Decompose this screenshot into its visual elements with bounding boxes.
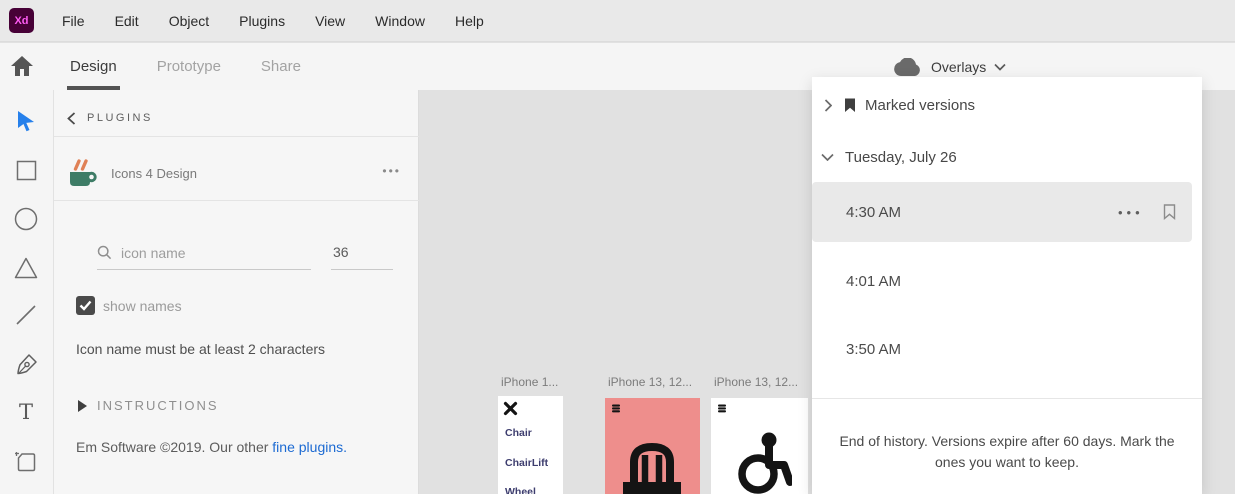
x-mark-icon <box>503 401 518 416</box>
artboard-label-1[interactable]: iPhone 1... <box>501 375 558 389</box>
menu-edit[interactable]: Edit <box>115 13 139 29</box>
date-group-toggle[interactable]: Tuesday, July 26 <box>812 143 957 171</box>
validation-message: Icon name must be at least 2 characters <box>76 341 326 357</box>
artboard-label-2[interactable]: iPhone 13, 12... <box>608 375 692 389</box>
show-names-checkbox[interactable] <box>76 296 95 315</box>
artboard-wheelchair[interactable] <box>711 398 808 494</box>
overlays-label: Overlays <box>931 59 987 75</box>
plugin-panel: PLUGINS Icons 4 Design ••• icon name 36 … <box>54 90 419 494</box>
tab-share[interactable]: Share <box>261 43 301 90</box>
tab-design[interactable]: Design <box>67 43 120 90</box>
icon-size-field[interactable] <box>331 236 393 270</box>
chevron-right-icon <box>824 98 832 112</box>
search-icon <box>97 245 112 260</box>
checkmark-icon <box>79 300 92 311</box>
artboard-chair[interactable] <box>605 398 700 494</box>
artboard-label-3[interactable]: iPhone 13, 12... <box>714 375 798 389</box>
more-options-icon[interactable]: ••• <box>1118 205 1144 220</box>
instructions-label: INSTRUCTIONS <box>97 398 219 413</box>
adobe-xd-window: Xd File Edit Object Plugins View Window … <box>0 0 1235 494</box>
artboard-icon <box>14 450 38 474</box>
menu-view[interactable]: View <box>315 13 345 29</box>
tab-prototype[interactable]: Prototype <box>157 43 221 90</box>
menu-bar: Xd File Edit Object Plugins View Window … <box>0 0 1235 42</box>
pen-tool[interactable] <box>13 351 39 377</box>
artboard-icon-list[interactable]: Chair ChairLift Wheel <box>498 396 563 494</box>
ellipse-icon <box>14 207 38 231</box>
plugin-footer: Em Software ©2019. Our other fine plugin… <box>76 439 347 455</box>
end-of-history-note: End of history. Versions expire after 60… <box>839 433 1175 470</box>
select-tool[interactable] <box>13 108 39 134</box>
chevron-down-icon <box>994 63 1006 71</box>
plugins-back-button[interactable]: PLUGINS <box>54 104 153 132</box>
line-icon <box>15 304 37 326</box>
version-time: 4:01 AM <box>846 272 902 290</box>
rectangle-icon <box>16 160 37 181</box>
chevron-left-icon <box>67 112 79 125</box>
rectangle-tool[interactable] <box>13 157 39 183</box>
version-row[interactable]: 4:01 AM <box>812 251 1192 311</box>
divider <box>54 200 419 201</box>
icon-name-chair: Chair <box>505 427 532 439</box>
polygon-tool[interactable] <box>13 255 39 281</box>
ellipse-tool[interactable] <box>13 206 39 232</box>
icon-size-input[interactable] <box>333 244 391 260</box>
xd-logo-text: Xd <box>14 14 29 27</box>
bookmark-outline-icon[interactable] <box>1163 204 1176 220</box>
version-time: 3:50 AM <box>846 340 902 358</box>
plugin-name: Icons 4 Design <box>111 165 197 181</box>
icon-name-chairlift: ChairLift <box>505 457 549 469</box>
date-group-label: Tuesday, July 26 <box>845 148 957 166</box>
plugin-row[interactable]: Icons 4 Design ••• <box>54 146 419 200</box>
bookmark-filled-icon <box>844 98 856 113</box>
triangle-icon <box>14 257 38 279</box>
home-icon <box>10 55 34 77</box>
show-names-label: show names <box>103 297 182 314</box>
menu-file[interactable]: File <box>62 13 85 29</box>
pen-icon <box>14 352 39 377</box>
chevron-down-icon <box>821 153 834 161</box>
text-tool[interactable]: T <box>13 399 39 425</box>
menu-items: File Edit Object Plugins View Window Hel… <box>62 13 484 29</box>
mini-chair-icon <box>611 404 621 413</box>
divider <box>54 136 419 137</box>
icon-name-input[interactable] <box>121 244 291 261</box>
xd-logo: Xd <box>9 8 34 33</box>
menu-window[interactable]: Window <box>375 13 425 29</box>
divider <box>812 398 1202 399</box>
version-history-panel: Marked versions Tuesday, July 26 4:30 AM… <box>812 77 1202 494</box>
cursor-icon <box>15 110 37 132</box>
marked-versions-toggle[interactable]: Marked versions <box>812 91 975 119</box>
fine-plugins-link[interactable]: fine plugins. <box>272 439 347 455</box>
home-button[interactable] <box>10 55 34 77</box>
menu-object[interactable]: Object <box>169 13 209 29</box>
wheelchair-icon <box>734 432 792 494</box>
marked-versions-label: Marked versions <box>865 96 976 114</box>
triangle-right-icon <box>78 399 87 412</box>
show-names-row[interactable]: show names <box>76 296 182 315</box>
mini-chair-icon <box>717 404 727 413</box>
instructions-toggle[interactable]: INSTRUCTIONS <box>78 398 219 413</box>
version-row[interactable]: 3:50 AM <box>812 319 1192 379</box>
menu-help[interactable]: Help <box>455 13 484 29</box>
icon-name-wheel: Wheel <box>505 486 536 494</box>
line-tool[interactable] <box>13 302 39 328</box>
version-time: 4:30 AM <box>846 203 902 221</box>
plugin-more-options-icon[interactable]: ••• <box>382 164 401 178</box>
menu-plugins[interactable]: Plugins <box>239 13 285 29</box>
artboard-tool[interactable] <box>13 449 39 475</box>
version-row-selected[interactable]: 4:30 AM ••• <box>812 182 1192 242</box>
footer-text: Em Software ©2019. Our other <box>76 439 273 455</box>
tool-rail: T <box>0 90 54 494</box>
cloud-icon <box>893 57 923 77</box>
text-icon: T <box>18 400 33 424</box>
icon-search-field[interactable] <box>97 236 311 270</box>
chair-icon <box>619 442 685 494</box>
plugins-header-label: PLUGINS <box>87 112 153 124</box>
coffee-mug-icon <box>66 156 100 190</box>
mode-tabs: Design Prototype Share <box>67 43 301 90</box>
